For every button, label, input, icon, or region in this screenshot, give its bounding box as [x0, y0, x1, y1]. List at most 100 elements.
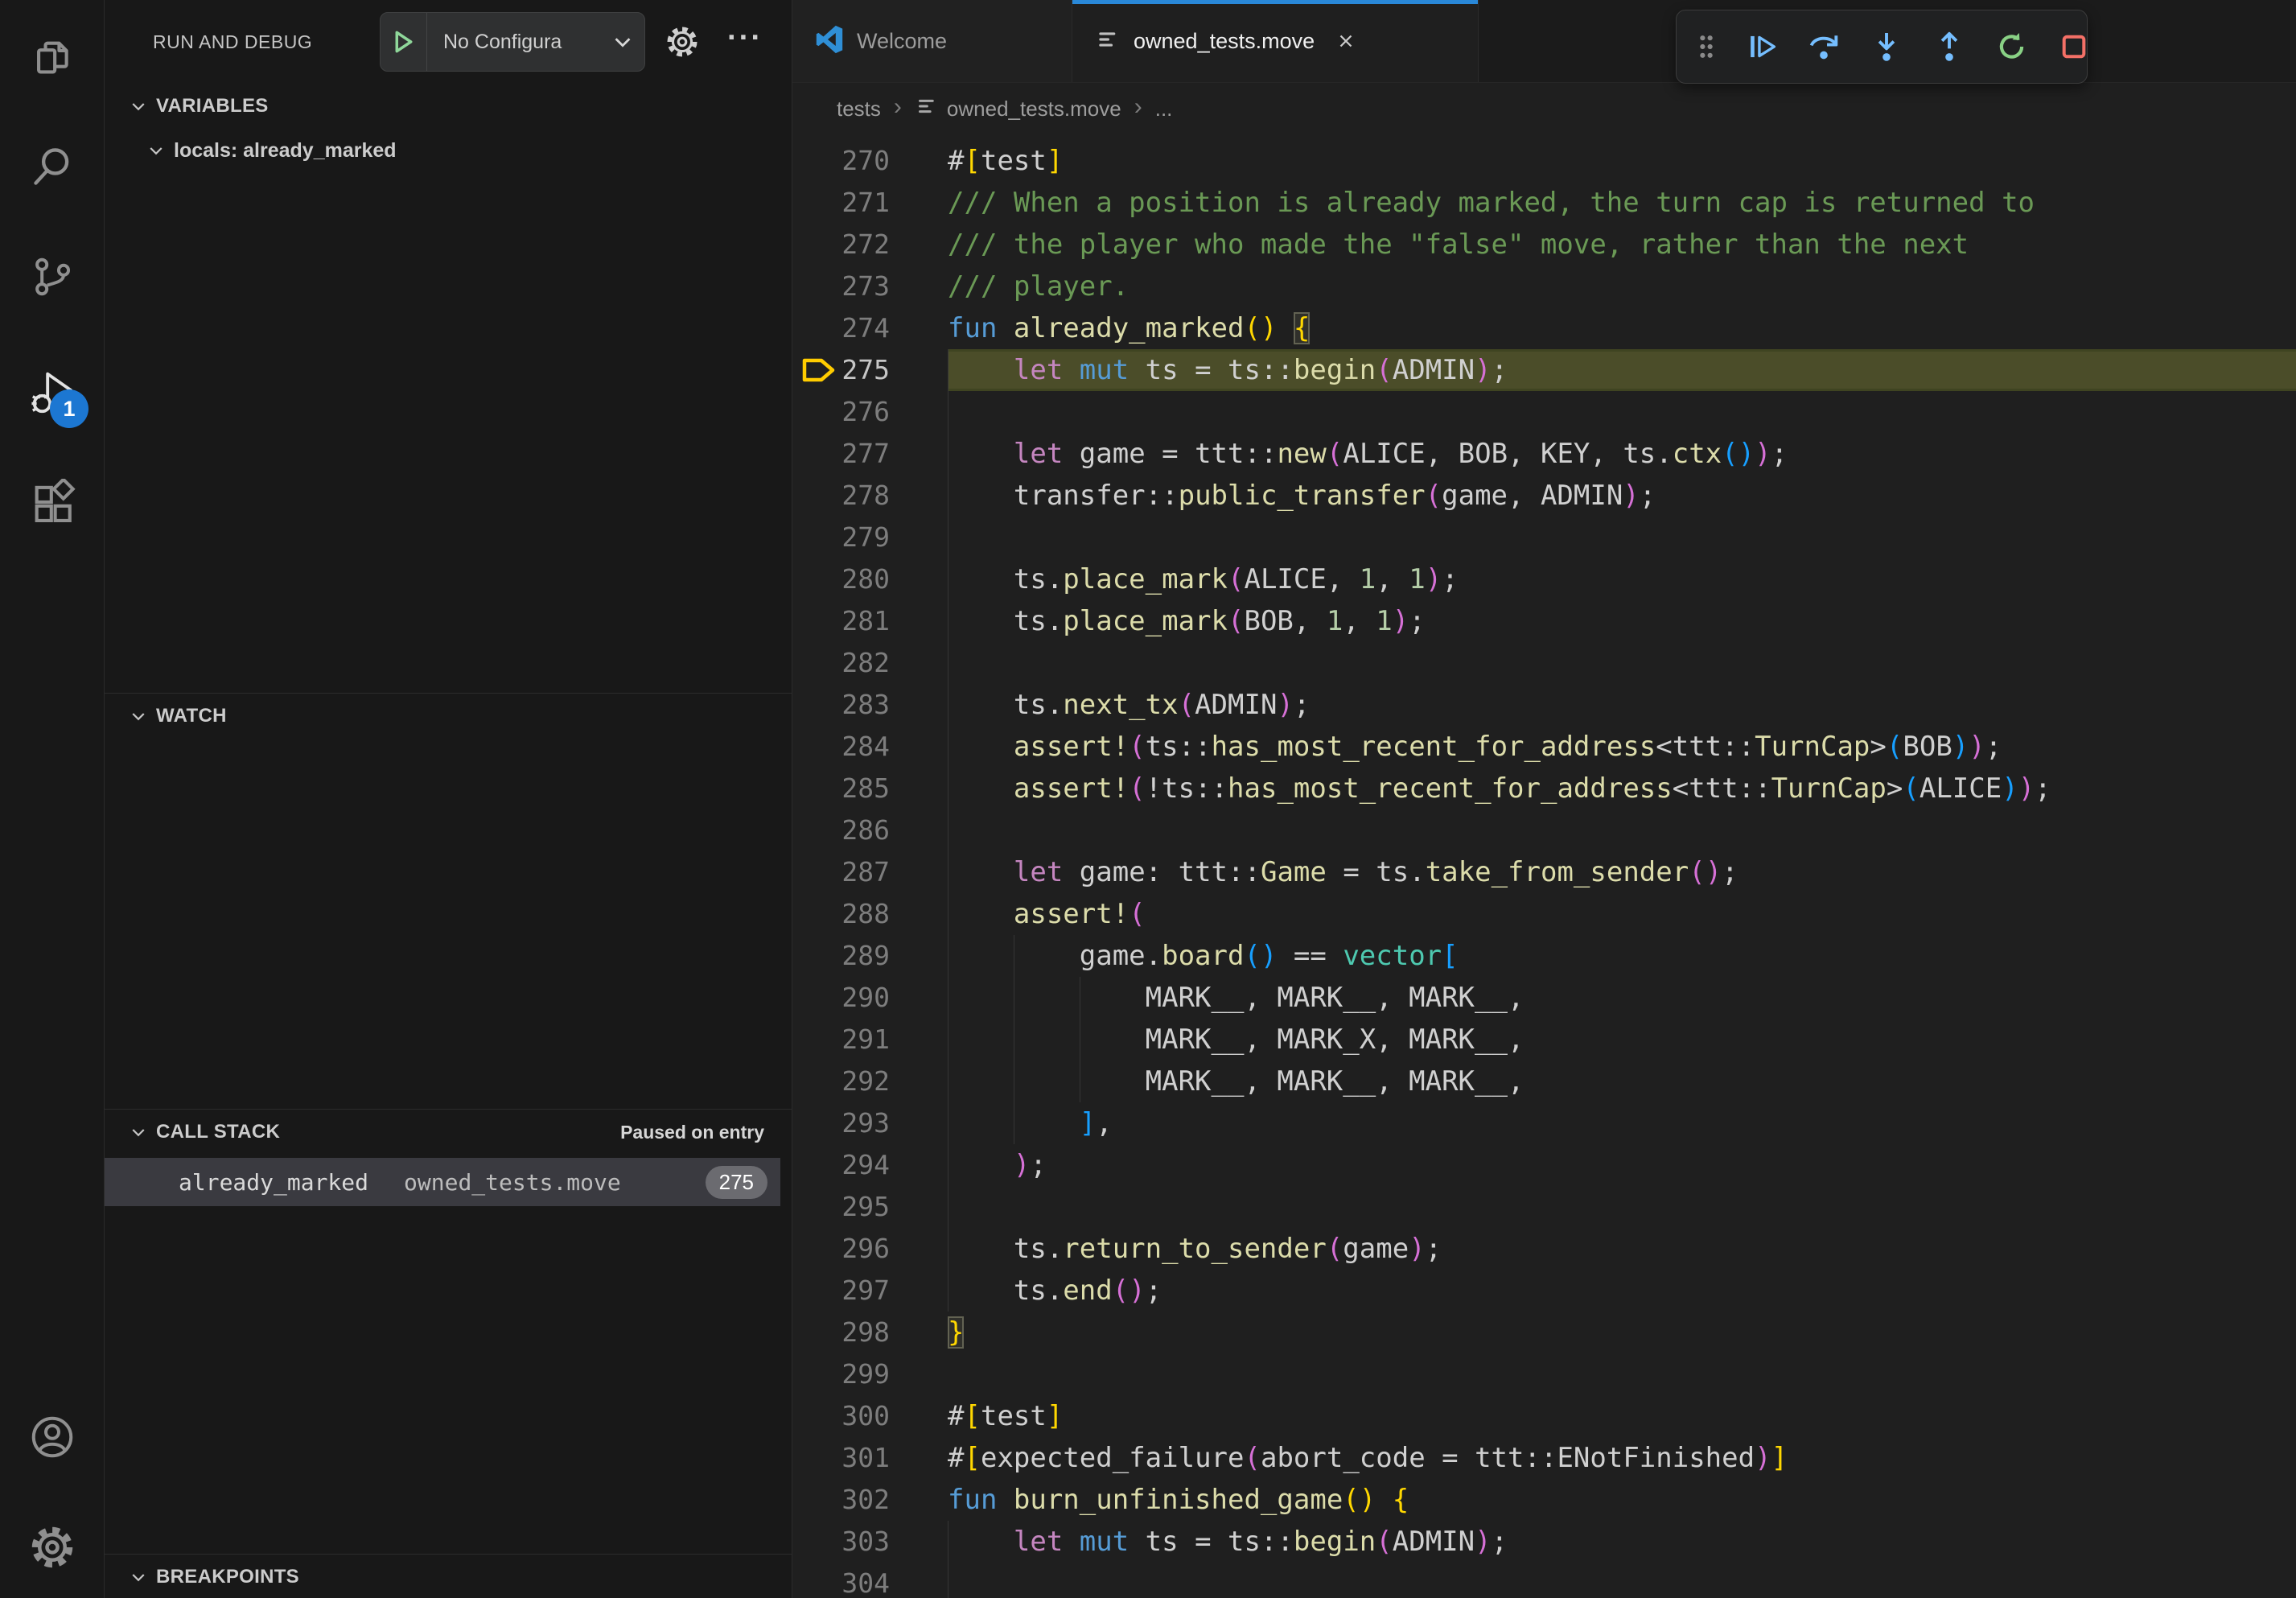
code-line[interactable]: 276 — [792, 391, 2296, 433]
gutter[interactable]: 277 — [792, 433, 948, 475]
code-line[interactable]: 285 assert!(!ts::has_most_recent_for_add… — [792, 768, 2296, 809]
gutter[interactable]: 283 — [792, 684, 948, 726]
tab-welcome[interactable]: Welcome — [792, 0, 1072, 82]
code-line[interactable]: 283 ts.next_tx(ADMIN); — [792, 684, 2296, 726]
variables-scope-locals[interactable]: locals: already_marked — [105, 129, 792, 172]
gutter[interactable]: 296 — [792, 1228, 948, 1270]
code-line[interactable]: 280 ts.place_mark(ALICE, 1, 1); — [792, 558, 2296, 600]
code-line-content: game.board() == vector[ — [948, 935, 2296, 977]
code-line[interactable]: 304 — [792, 1563, 2296, 1598]
code-line[interactable]: 287 let game: ttt::Game = ts.take_from_s… — [792, 851, 2296, 893]
gutter[interactable]: 288 — [792, 893, 948, 935]
code-line[interactable]: 301#[expected_failure(abort_code = ttt::… — [792, 1437, 2296, 1479]
code-line[interactable]: 284 assert!(ts::has_most_recent_for_addr… — [792, 726, 2296, 768]
breadcrumb-item-symbol[interactable]: ... — [1155, 97, 1173, 121]
gutter[interactable]: 289 — [792, 935, 948, 977]
gutter[interactable]: 302 — [792, 1479, 948, 1521]
gutter[interactable]: 301 — [792, 1437, 948, 1479]
code-line[interactable]: 277 let game = ttt::new(ALICE, BOB, KEY,… — [792, 433, 2296, 475]
gutter[interactable]: 298 — [792, 1312, 948, 1353]
step-over-button[interactable] — [1807, 30, 1841, 64]
gutter[interactable]: 304 — [792, 1563, 948, 1598]
variables-section-header[interactable]: VARIABLES — [105, 84, 792, 129]
gutter[interactable]: 291 — [792, 1019, 948, 1061]
watch-section-header[interactable]: WATCH — [105, 694, 792, 739]
code-line[interactable]: 288 assert!( — [792, 893, 2296, 935]
gutter[interactable]: 274 — [792, 307, 948, 349]
debug-config-dropdown[interactable]: No Configura — [380, 12, 645, 72]
code-line[interactable]: 275 let mut ts = ts::begin(ADMIN); — [792, 349, 2296, 391]
sidebar-item-extensions[interactable] — [27, 478, 78, 529]
code-line[interactable]: 294 ); — [792, 1144, 2296, 1186]
gutter[interactable]: 290 — [792, 977, 948, 1019]
close-icon[interactable] — [1335, 31, 1356, 51]
gutter[interactable]: 279 — [792, 517, 948, 558]
code-line[interactable]: 299 — [792, 1353, 2296, 1395]
code-line[interactable]: 289 game.board() == vector[ — [792, 935, 2296, 977]
gutter[interactable]: 294 — [792, 1144, 948, 1186]
gutter[interactable]: 295 — [792, 1186, 948, 1228]
gutter[interactable]: 282 — [792, 642, 948, 684]
code-line[interactable]: 303 let mut ts = ts::begin(ADMIN); — [792, 1521, 2296, 1563]
gutter[interactable]: 285 — [792, 768, 948, 809]
restart-button[interactable] — [1995, 30, 2029, 64]
step-out-button[interactable] — [1932, 30, 1966, 64]
code-line[interactable]: 302fun burn_unfinished_game() { — [792, 1479, 2296, 1521]
code-line[interactable]: 274fun already_marked() { — [792, 307, 2296, 349]
code-line[interactable]: 273/// player. — [792, 266, 2296, 307]
gutter[interactable]: 278 — [792, 475, 948, 517]
code-line[interactable]: 282 — [792, 642, 2296, 684]
gutter[interactable]: 297 — [792, 1270, 948, 1312]
code-line[interactable]: 300#[test] — [792, 1395, 2296, 1437]
sidebar-item-explorer[interactable] — [27, 30, 78, 81]
code-line[interactable]: 270#[test] — [792, 140, 2296, 182]
gutter[interactable]: 286 — [792, 809, 948, 851]
code-line[interactable]: 296 ts.return_to_sender(game); — [792, 1228, 2296, 1270]
gutter[interactable]: 287 — [792, 851, 948, 893]
gutter[interactable]: 280 — [792, 558, 948, 600]
sidebar-item-source-control[interactable] — [27, 253, 78, 304]
breakpoints-section-header[interactable]: BREAKPOINTS — [105, 1555, 792, 1598]
code-line[interactable]: 286 — [792, 809, 2296, 851]
gutter[interactable]: 292 — [792, 1061, 948, 1102]
breadcrumb-item-file[interactable]: owned_tests.move — [915, 94, 1121, 124]
gutter[interactable]: 300 — [792, 1395, 948, 1437]
code-line[interactable]: 292 MARK__, MARK__, MARK__, — [792, 1061, 2296, 1102]
gutter[interactable]: 276 — [792, 391, 948, 433]
accounts-button[interactable] — [27, 1413, 78, 1464]
gutter[interactable]: 270 — [792, 140, 948, 182]
call-stack-frame[interactable]: already_marked owned_tests.move 275 — [105, 1158, 780, 1206]
sidebar-item-search[interactable] — [27, 142, 78, 194]
drag-handle[interactable] — [1696, 33, 1717, 60]
gutter[interactable]: 273 — [792, 266, 948, 307]
continue-button[interactable] — [1746, 31, 1778, 63]
gutter[interactable]: 275 — [792, 349, 948, 391]
code-line[interactable]: 281 ts.place_mark(BOB, 1, 1); — [792, 600, 2296, 642]
code-line[interactable]: 297 ts.end(); — [792, 1270, 2296, 1312]
step-into-button[interactable] — [1870, 30, 1903, 64]
code-line[interactable]: 293 ], — [792, 1102, 2296, 1144]
gutter[interactable]: 272 — [792, 224, 948, 266]
gutter[interactable]: 271 — [792, 182, 948, 224]
code-line[interactable]: 298} — [792, 1312, 2296, 1353]
tab-owned-tests-move[interactable]: owned_tests.move — [1072, 0, 1479, 82]
gutter[interactable]: 284 — [792, 726, 948, 768]
debug-settings-button[interactable] — [660, 0, 705, 84]
code-line[interactable]: 272/// the player who made the "false" m… — [792, 224, 2296, 266]
call-stack-section-header[interactable]: CALL STACK Paused on entry — [105, 1110, 792, 1155]
stop-button[interactable] — [2058, 31, 2090, 63]
gutter[interactable]: 281 — [792, 600, 948, 642]
code-line[interactable]: 271/// When a position is already marked… — [792, 182, 2296, 224]
code-line[interactable]: 279 — [792, 517, 2296, 558]
breadcrumb-item-tests[interactable]: tests — [837, 97, 881, 121]
code-line[interactable]: 278 transfer::public_transfer(game, ADMI… — [792, 475, 2296, 517]
views-more-actions-button[interactable]: ··· — [722, 0, 767, 84]
gutter[interactable]: 293 — [792, 1102, 948, 1144]
gutter[interactable]: 299 — [792, 1353, 948, 1395]
code-line[interactable]: 295 — [792, 1186, 2296, 1228]
start-debug-button[interactable] — [381, 13, 427, 71]
code-line[interactable]: 291 MARK__, MARK_X, MARK__, — [792, 1019, 2296, 1061]
gutter[interactable]: 303 — [792, 1521, 948, 1563]
manage-button[interactable] — [27, 1523, 78, 1575]
code-line[interactable]: 290 MARK__, MARK__, MARK__, — [792, 977, 2296, 1019]
